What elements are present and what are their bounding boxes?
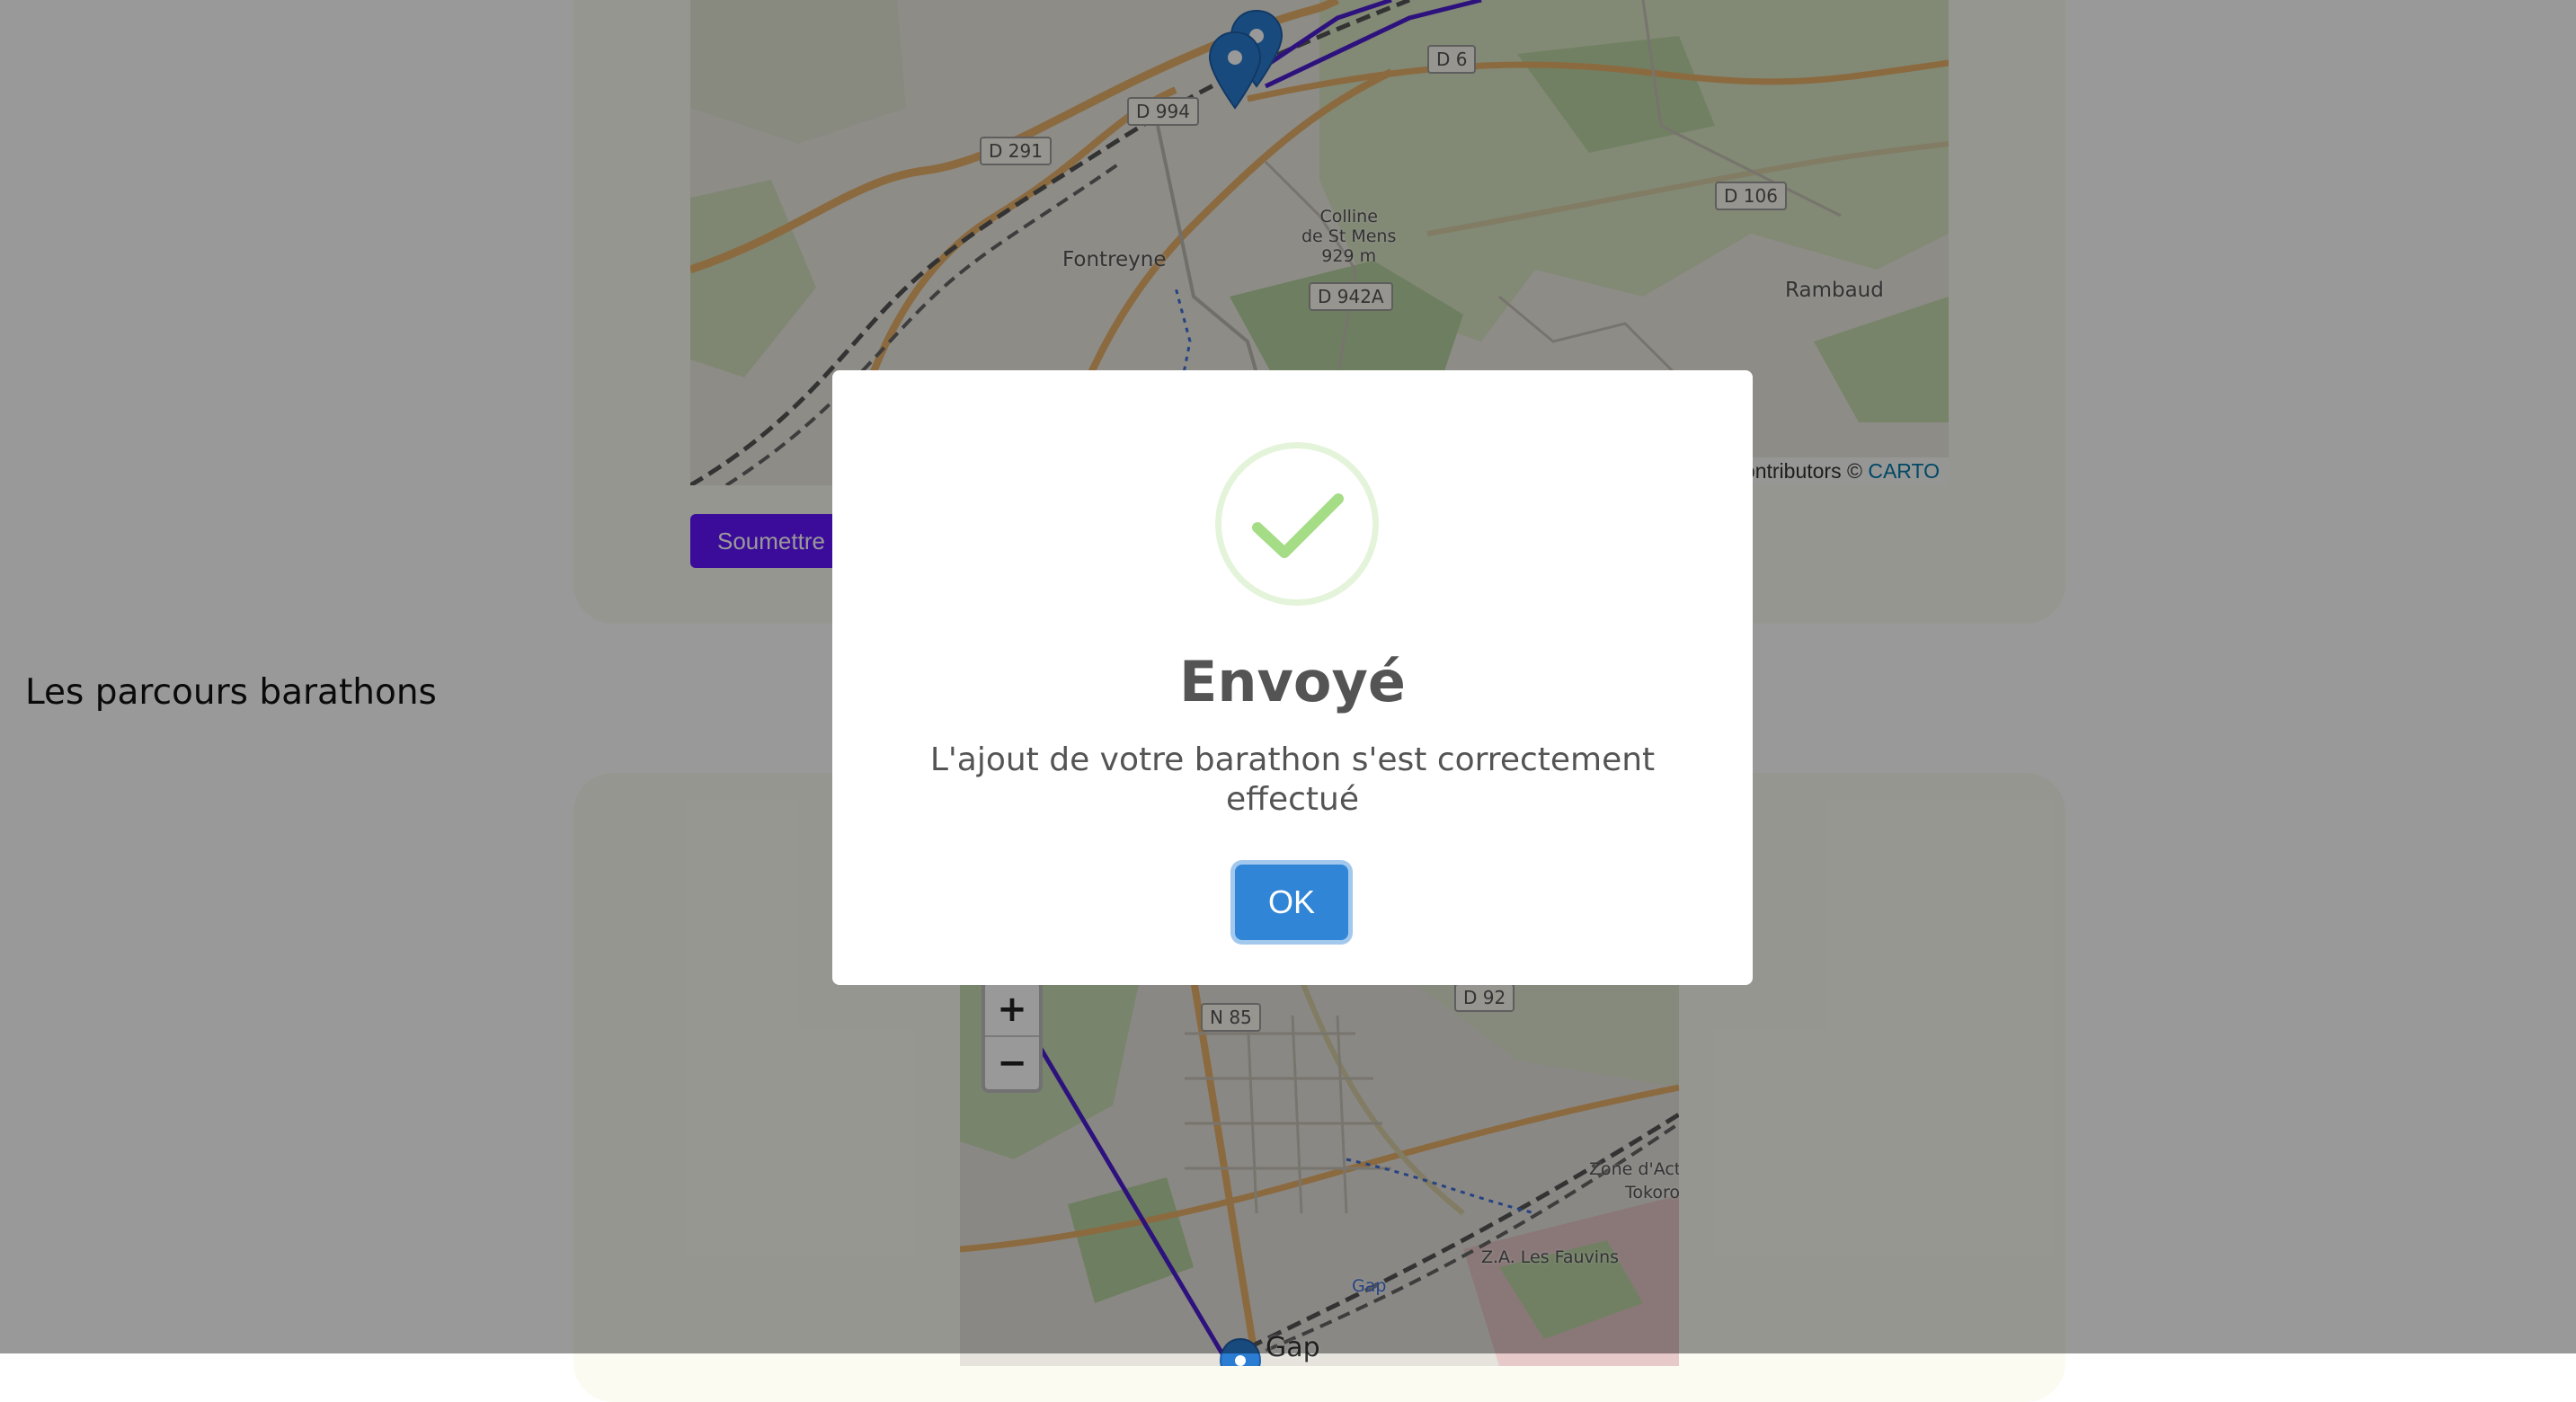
- dialog-message: L'ajout de votre barathon s'est correcte…: [929, 741, 1656, 818]
- dialog-title: Envoyé: [1179, 649, 1406, 714]
- ok-button[interactable]: OK: [1235, 865, 1348, 940]
- success-check-icon: [1215, 442, 1379, 606]
- success-dialog: Envoyé L'ajout de votre barathon s'est c…: [832, 370, 1753, 985]
- page: D 6 D 994 D 291 D 106 D 942A Fontreyne R…: [0, 0, 2576, 1402]
